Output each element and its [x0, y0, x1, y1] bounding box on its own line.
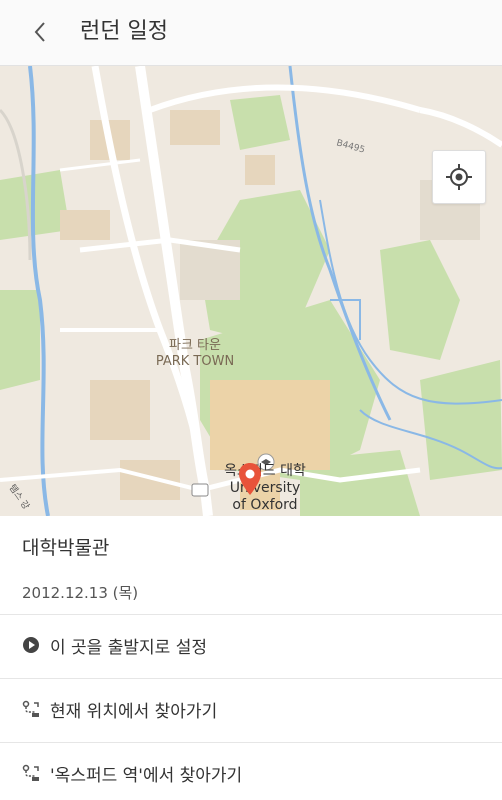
oxford-ko: 옥스퍼드 대학: [224, 463, 306, 479]
page-title: 런던 일정: [80, 19, 168, 44]
directions-from-current-button[interactable]: 현재 위치에서 찾아가기: [0, 678, 502, 740]
directions-from-station-button[interactable]: '옥스퍼드 역'에서 찾아가기: [0, 742, 502, 800]
set-as-start-label: 이 곳을 출발지로 설정: [50, 637, 207, 658]
park-town-ko: 파크 타운: [169, 338, 221, 353]
directions-from-station-label: '옥스퍼드 역'에서 찾아가기: [50, 765, 243, 786]
set-as-start-button[interactable]: 이 곳을 출발지로 설정: [0, 614, 502, 676]
directions-from-current-label: 현재 위치에서 찾아가기: [50, 701, 218, 722]
chevron-left-icon: [34, 22, 45, 42]
place-date: 2012.12.13 (목): [22, 584, 139, 602]
play-circle-icon: [22, 636, 40, 654]
map-view[interactable]: B4495 템스 강 파크 타운 PARK TOWN 옥스퍼드 대학 Unive…: [0, 66, 502, 516]
university-of-oxford-label: 옥스퍼드 대학 University of Oxford: [200, 463, 330, 514]
place-name: 대학박물관: [22, 537, 110, 559]
route-icon: [22, 764, 40, 782]
app-header: 런던 일정: [0, 0, 502, 66]
crosshair-icon: [446, 164, 472, 190]
park-town-label: 파크 타운 PARK TOWN: [140, 338, 250, 370]
park-town-en: PARK TOWN: [155, 354, 235, 369]
route-icon: [22, 700, 40, 718]
oxford-en-1: University: [229, 480, 301, 496]
back-button[interactable]: [22, 14, 58, 50]
oxford-en-2: of Oxford: [232, 497, 298, 513]
map-base: [0, 66, 502, 516]
my-location-button[interactable]: [432, 150, 486, 204]
map-pin-icon[interactable]: [238, 462, 262, 496]
